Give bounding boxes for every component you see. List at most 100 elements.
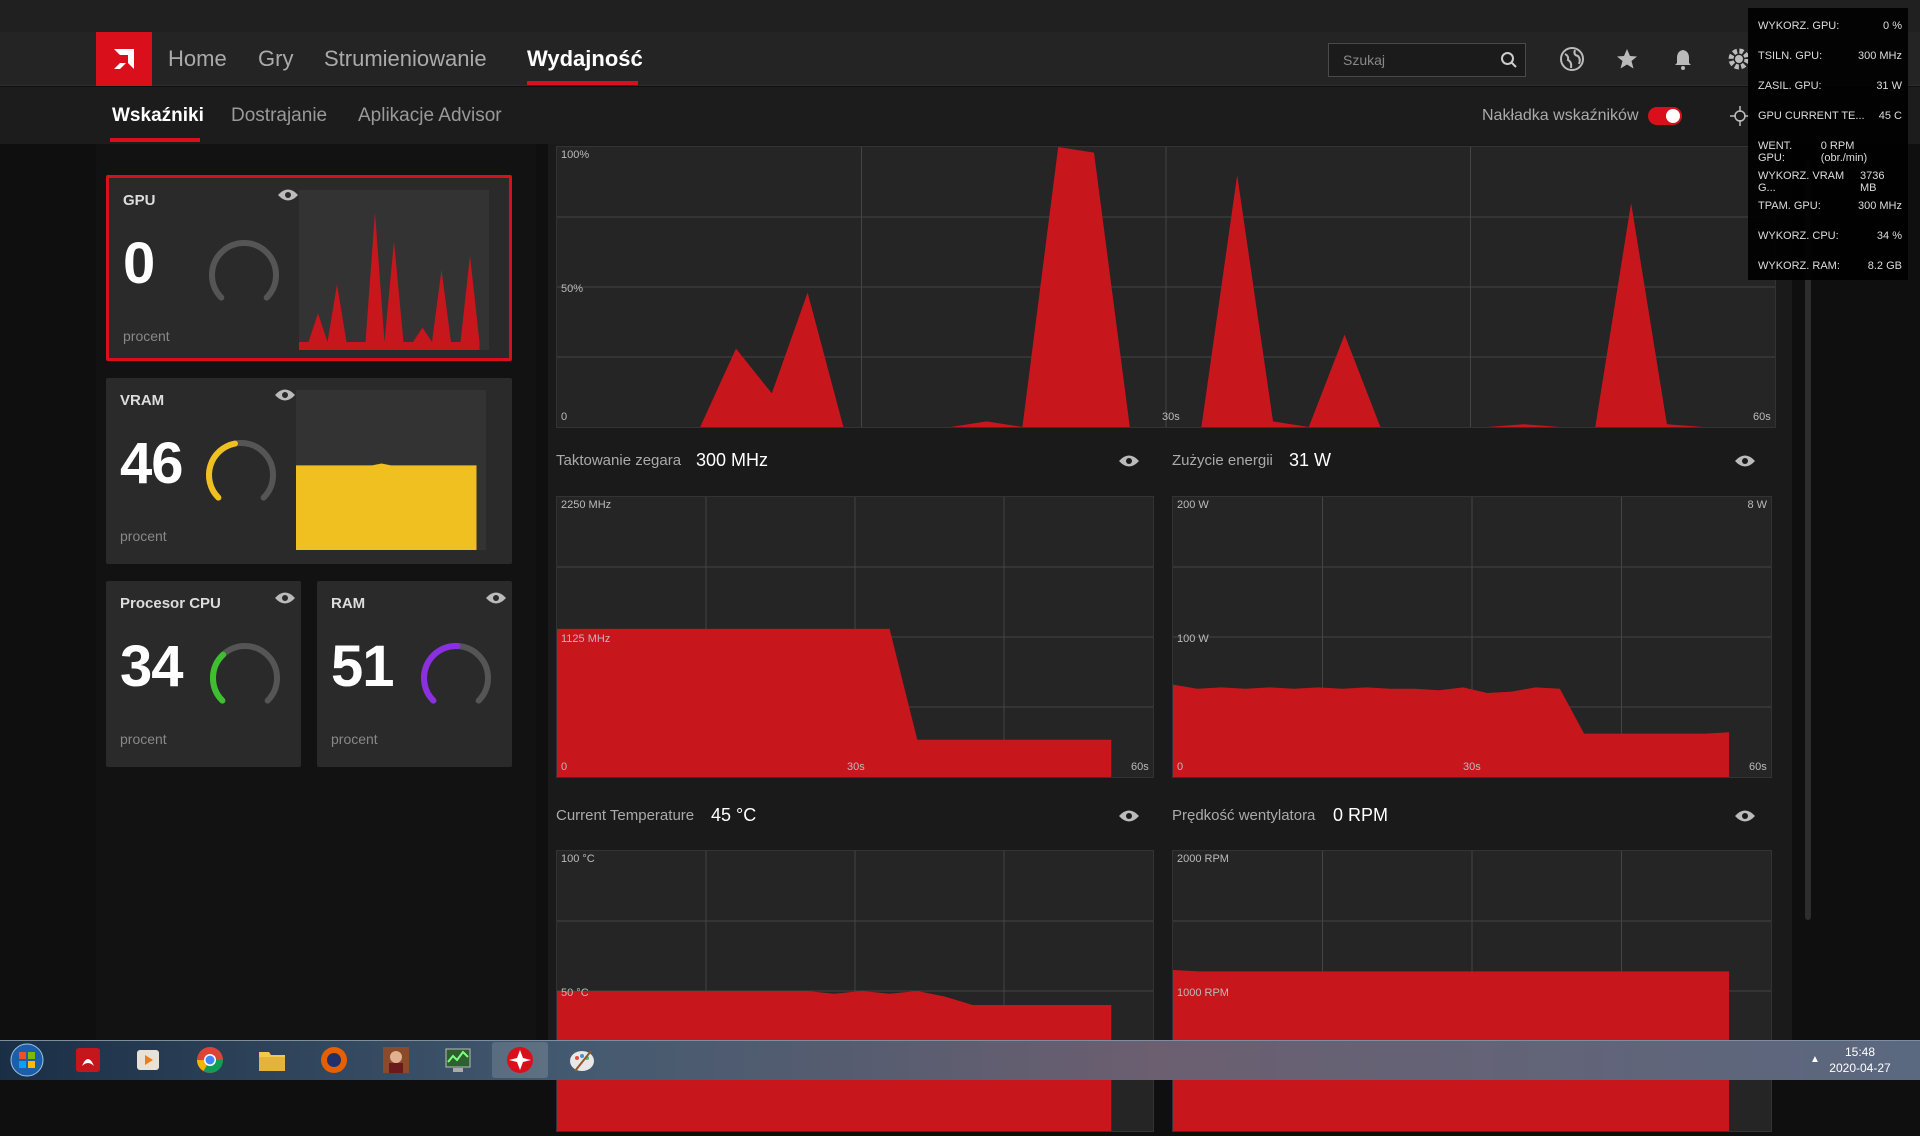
chrome-icon[interactable] [182,1042,238,1078]
overlay-row-value: 300 MHz [1857,50,1902,62]
x-tick-end: 60s [1753,411,1771,423]
bell-icon[interactable] [1668,44,1698,74]
crosshair-icon[interactable] [1730,106,1750,126]
vram-card[interactable]: VRAM 46 procent [106,378,512,564]
taskbar-clock[interactable]: 15:48 2020-04-27 [1810,1044,1910,1076]
y-tick-mid: 50 °C [561,987,589,999]
nav-performance[interactable]: Wydajność [527,32,643,86]
power-chart-value: 31 W [1289,450,1332,470]
clock-chart: 2250 MHz 1125 MHz 0 30s 60s [556,496,1154,778]
nav-active-indicator [527,81,638,85]
cpu-card-value: 34 [120,634,184,699]
fan-chart-value: 0 RPM [1333,805,1389,825]
ram-card-title: RAM [331,595,366,612]
gpu-sparkline-chart [299,212,480,350]
power-chart: 200 W 8 W 100 W 0 30s 60s [1172,496,1772,778]
vram-sparkline-area [296,463,477,550]
gauge-fill [206,440,238,501]
overlay-row-label: WYKORZ. VRAM G... [1758,170,1845,194]
gauge-fill [210,651,227,704]
y-tick-bottom: 0 [561,411,568,423]
overlay-row-value: 3736 MB [1860,170,1885,194]
eye-icon[interactable] [1118,454,1140,468]
amd-radeon-icon[interactable] [492,1042,548,1078]
vram-sparkline-chart [296,463,477,550]
overlay-row-label: WYKORZ. RAM: [1758,260,1840,272]
vram-card-title: VRAM [120,392,165,409]
star-icon[interactable] [1612,44,1642,74]
nav-home[interactable]: Home [168,32,227,86]
eye-icon[interactable] [274,591,296,605]
overlay-row: WYKORZ. VRAM G... 3736 MB [1758,170,1902,194]
metrics-overlay: WYKORZ. GPU: 0 % TSILN. GPU: 300 MHz ZASIL. … [1748,8,1908,280]
eye-icon[interactable] [1734,454,1756,468]
paint-icon[interactable] [554,1042,610,1078]
overlay-row: TSILN. GPU: 300 MHz [1758,50,1902,62]
globe-icon[interactable] [1557,44,1587,74]
cpu-card-title: Procesor CPU [120,595,221,612]
temperature-chart: 100 °C 50 °C [556,850,1154,1132]
charts-panel: 100% 50% 0 30s 60s Taktowanie zegara 300… [548,144,1792,1132]
clock-time: 15:48 [1844,1045,1876,1059]
overlay-row: ZASIL. GPU: 31 W [1758,80,1902,92]
overlay-row: WYKORZ. RAM: 8.2 GB [1758,260,1902,272]
gpu-sparkline-area [299,212,480,350]
gpu-gauge [209,240,279,301]
ram-card-unit: procent [331,731,378,747]
overlay-row-label: WENT. GPU: [1758,140,1793,164]
y-tick-bottom: 0 [1177,761,1184,773]
task-manager-icon[interactable] [430,1042,486,1078]
game-icon[interactable] [368,1042,424,1078]
ram-card[interactable]: RAM 51 procent [317,581,512,767]
eye-icon[interactable] [1734,809,1756,823]
nav-streaming[interactable]: Strumieniowanie [324,32,487,86]
firefox-icon[interactable] [306,1042,362,1078]
overlay-row: WYKORZ. CPU: 34 % [1758,230,1902,242]
overlay-row-value: 8.2 GB [1867,260,1902,272]
eye-icon[interactable] [485,591,507,605]
media-player-icon[interactable] [120,1042,176,1078]
clock-chart-value: 300 MHz [696,450,769,470]
overlay-row-value: 0 RPM (obr./min) [1820,140,1868,164]
clock-plot [557,497,1153,777]
overlay-row: TPAM. GPU: 300 MHz [1758,200,1902,212]
clock-series-area [557,628,1112,777]
y-tick-bottom: 0 [561,761,568,773]
acrobat-reader-icon[interactable] [60,1042,116,1078]
search-icon[interactable] [1494,45,1524,75]
temp-chart-label: Current Temperature [556,807,695,824]
gpu-card[interactable]: GPU 0 procent [106,175,512,361]
power-plot [1173,497,1771,777]
overlay-label: Nakładka wskaźników [1482,107,1639,124]
eye-icon[interactable] [277,188,299,202]
tab-tuning[interactable]: Dostrajanie [231,87,327,144]
cpu-gauge [210,643,280,704]
fan-chart-label: Prędkość wentylatora [1172,807,1316,824]
windows-start-icon[interactable] [4,1042,50,1078]
tab-metrics[interactable]: Wskaźniki [112,87,204,144]
gpu-card-unit: procent [123,328,170,344]
nav-games[interactable]: Gry [258,32,293,86]
overlay-row-label: GPU CURRENT TE... [1758,110,1865,122]
y-tick-top: 200 W [1177,499,1209,511]
fan-speed-plot [1173,851,1771,1131]
overlay-row-label: ZASIL. GPU: [1758,80,1822,92]
overlay-row: WYKORZ. GPU: 0 % [1758,20,1902,32]
tab-advisor-apps[interactable]: Aplikacje Advisor [358,87,502,144]
x-tick-mid: 30s [1463,761,1481,773]
overlay-row: GPU CURRENT TE... 45 C [1758,110,1902,122]
y-tick-mid: 100 W [1177,633,1209,645]
y-tick-top: 100 °C [561,853,595,865]
eye-icon[interactable] [1118,809,1140,823]
overlay-toggle[interactable] [1648,107,1682,125]
clock-date: 2020-04-27 [1829,1061,1891,1075]
overlay-row-value: 31 W [1876,80,1902,92]
cpu-card[interactable]: Procesor CPU 34 procent [106,581,301,767]
file-explorer-icon[interactable] [244,1042,300,1078]
temp-chart-value: 45 °C [711,805,757,825]
gauge-fill [421,643,461,704]
tab-active-indicator [110,138,200,142]
y-tick-mid: 1000 RPM [1177,987,1229,999]
amd-logo[interactable] [96,32,152,86]
eye-icon[interactable] [274,388,296,402]
